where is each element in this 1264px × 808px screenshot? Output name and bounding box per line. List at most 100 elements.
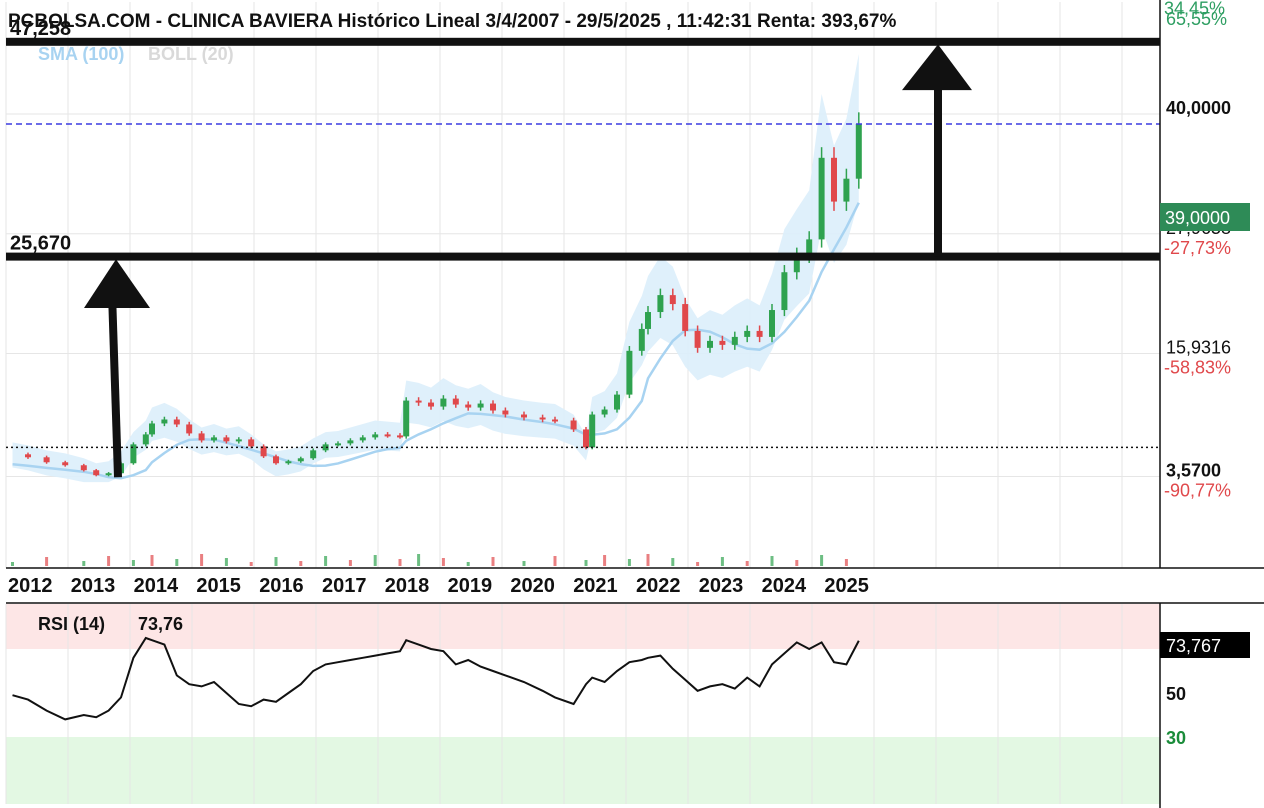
candle-body <box>583 429 589 448</box>
candle-body <box>198 433 205 441</box>
year-label: 2020 <box>510 575 555 597</box>
candle-body <box>490 403 496 411</box>
candle-body <box>682 304 689 331</box>
candle-body <box>707 340 713 348</box>
volume-bar <box>441 558 445 566</box>
candle-body <box>719 340 726 345</box>
candle-body <box>310 450 317 459</box>
candle-body <box>452 398 459 405</box>
candle-body <box>223 437 230 442</box>
volume-bar <box>150 555 154 566</box>
volume-bar <box>11 562 14 566</box>
candle-body <box>477 403 484 408</box>
candle-body <box>769 310 775 337</box>
rsi-polyline <box>12 636 860 721</box>
year-label: 2019 <box>448 575 493 597</box>
volume-bar <box>107 556 111 566</box>
volume-bar <box>466 562 470 566</box>
price-tick-pct: -90,77% <box>1164 481 1231 501</box>
volume-bar <box>671 558 675 566</box>
volume-bar <box>795 560 799 566</box>
volume-bar <box>348 560 352 566</box>
candle-body <box>831 157 837 202</box>
candle-body <box>347 440 354 444</box>
candle-body <box>539 417 546 420</box>
price-axis-labels: 52,034134,45%40,000027,9658-27,73%15,931… <box>1164 0 1231 501</box>
candle-body <box>173 419 180 425</box>
volume-bar <box>603 555 607 566</box>
level-label: 25,670 <box>10 233 71 255</box>
candle-body <box>552 419 558 422</box>
volume-bar <box>522 561 526 566</box>
price-tick-pct: -58,83% <box>1164 358 1231 378</box>
candle-body <box>384 434 391 437</box>
volume-bar <box>398 559 402 566</box>
year-label: 2015 <box>196 575 241 597</box>
rsi-badge-label: 73,767 <box>1166 636 1221 656</box>
price-tick-label: 40,0000 <box>1166 98 1231 118</box>
year-label: 2013 <box>71 575 116 597</box>
candle-body <box>465 404 472 408</box>
last-price-label: 39,0000 <box>1165 208 1230 228</box>
candle-body <box>669 295 676 305</box>
candle-body <box>186 424 193 434</box>
year-label: 2022 <box>636 575 681 597</box>
volume-bar <box>627 559 631 566</box>
year-label: 2021 <box>573 575 618 597</box>
volume-bar <box>131 560 135 566</box>
volume-bar <box>324 556 328 566</box>
price-tick-pct: 34,45% <box>1164 0 1225 18</box>
volume-bar <box>770 556 774 566</box>
candle-body <box>25 454 31 458</box>
candle-body <box>843 178 850 202</box>
candle-body <box>818 157 825 240</box>
candle-body <box>93 470 100 476</box>
year-label: 2014 <box>134 575 179 597</box>
candle-body <box>248 439 255 447</box>
candle-body <box>521 414 527 418</box>
candle-body <box>415 400 422 403</box>
candle-body <box>62 462 69 466</box>
price-panel <box>6 2 1160 568</box>
candle-body <box>638 328 645 351</box>
rsi-label: RSI (14) <box>38 614 105 634</box>
candle-body <box>601 409 608 415</box>
candle-body <box>43 457 50 463</box>
candle-body <box>142 434 149 445</box>
year-label: 2016 <box>259 575 304 597</box>
candle-body <box>285 461 292 464</box>
candle-body <box>855 123 862 179</box>
candle-body <box>756 330 763 337</box>
rsi-line <box>12 636 860 721</box>
level-line <box>6 252 1160 261</box>
candle-body <box>235 439 242 442</box>
rsi-tick-label: 30 <box>1166 728 1186 748</box>
volume-bar <box>175 559 179 566</box>
year-label: 2023 <box>699 575 744 597</box>
price-tick-label: 3,5700 <box>1166 461 1221 481</box>
volume-bar <box>553 556 557 566</box>
volume-bar <box>45 557 49 566</box>
volume-bar <box>299 561 303 566</box>
candle-body <box>403 400 410 437</box>
year-label: 2025 <box>824 575 869 597</box>
rsi-panel <box>5 604 1160 804</box>
rsi-tick-label: 50 <box>1166 684 1186 704</box>
chart-title: PCBOLSA.COM - CLINICA BAVIERA Histórico … <box>8 11 896 32</box>
year-label: 2017 <box>322 575 367 597</box>
volume-bar <box>491 557 495 566</box>
volume-bar <box>82 561 86 566</box>
legend-boll: BOLL (20) <box>148 44 234 64</box>
candle-body <box>744 330 751 337</box>
candle-body <box>105 473 112 476</box>
price-tick-pct: -27,73% <box>1164 238 1231 258</box>
candle-body <box>161 419 168 424</box>
volume-bar <box>720 557 724 566</box>
volume-bar <box>417 554 421 566</box>
candle-body <box>570 420 577 430</box>
year-label: 2012 <box>8 575 53 597</box>
volume-bar <box>745 561 749 566</box>
legend-sma: SMA (100) <box>38 44 124 64</box>
volume-bar <box>373 555 377 566</box>
rsi-oversold-zone <box>6 737 1160 804</box>
